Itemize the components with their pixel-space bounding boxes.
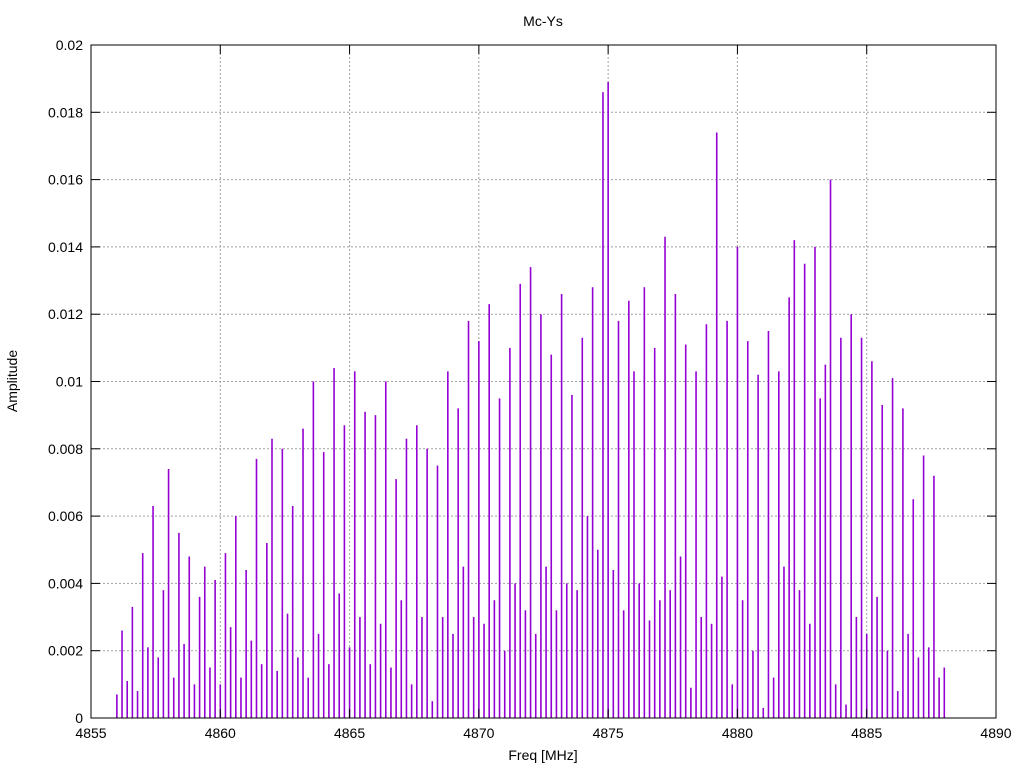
- x-tick-label: 4855: [75, 725, 106, 741]
- y-tick-label: 0.002: [48, 643, 83, 659]
- data-series: [116, 82, 946, 718]
- grid: [91, 45, 996, 718]
- x-tick-label: 4880: [722, 725, 753, 741]
- y-tick-label: 0.004: [48, 575, 83, 591]
- y-tick-label: 0.014: [48, 239, 83, 255]
- y-tick-label: 0.012: [48, 306, 83, 322]
- x-tick-label: 4870: [463, 725, 494, 741]
- y-tick-label: 0.006: [48, 508, 83, 524]
- y-tick-label: 0.008: [48, 441, 83, 457]
- x-tick-label: 4865: [334, 725, 365, 741]
- chart-title: Mc-Ys: [523, 13, 563, 29]
- y-tick-label: 0.01: [56, 374, 83, 390]
- x-tick-label: 4890: [980, 725, 1011, 741]
- x-tick-label: 4885: [851, 725, 882, 741]
- x-tick-label: 4875: [593, 725, 624, 741]
- x-axis-label: Freq [MHz]: [508, 747, 577, 763]
- y-axis-label: Amplitude: [4, 350, 20, 412]
- y-tick-label: 0.016: [48, 172, 83, 188]
- x-tick-label: 4860: [205, 725, 236, 741]
- chart: 4855 4860 4865 4870 4875 4880 4885 4890 0 0.002 0.…: [4, 13, 1012, 763]
- y-tick-label: 0: [75, 710, 83, 726]
- y-tick-label: 0.018: [48, 104, 83, 120]
- y-tick-label: 0.02: [56, 37, 83, 53]
